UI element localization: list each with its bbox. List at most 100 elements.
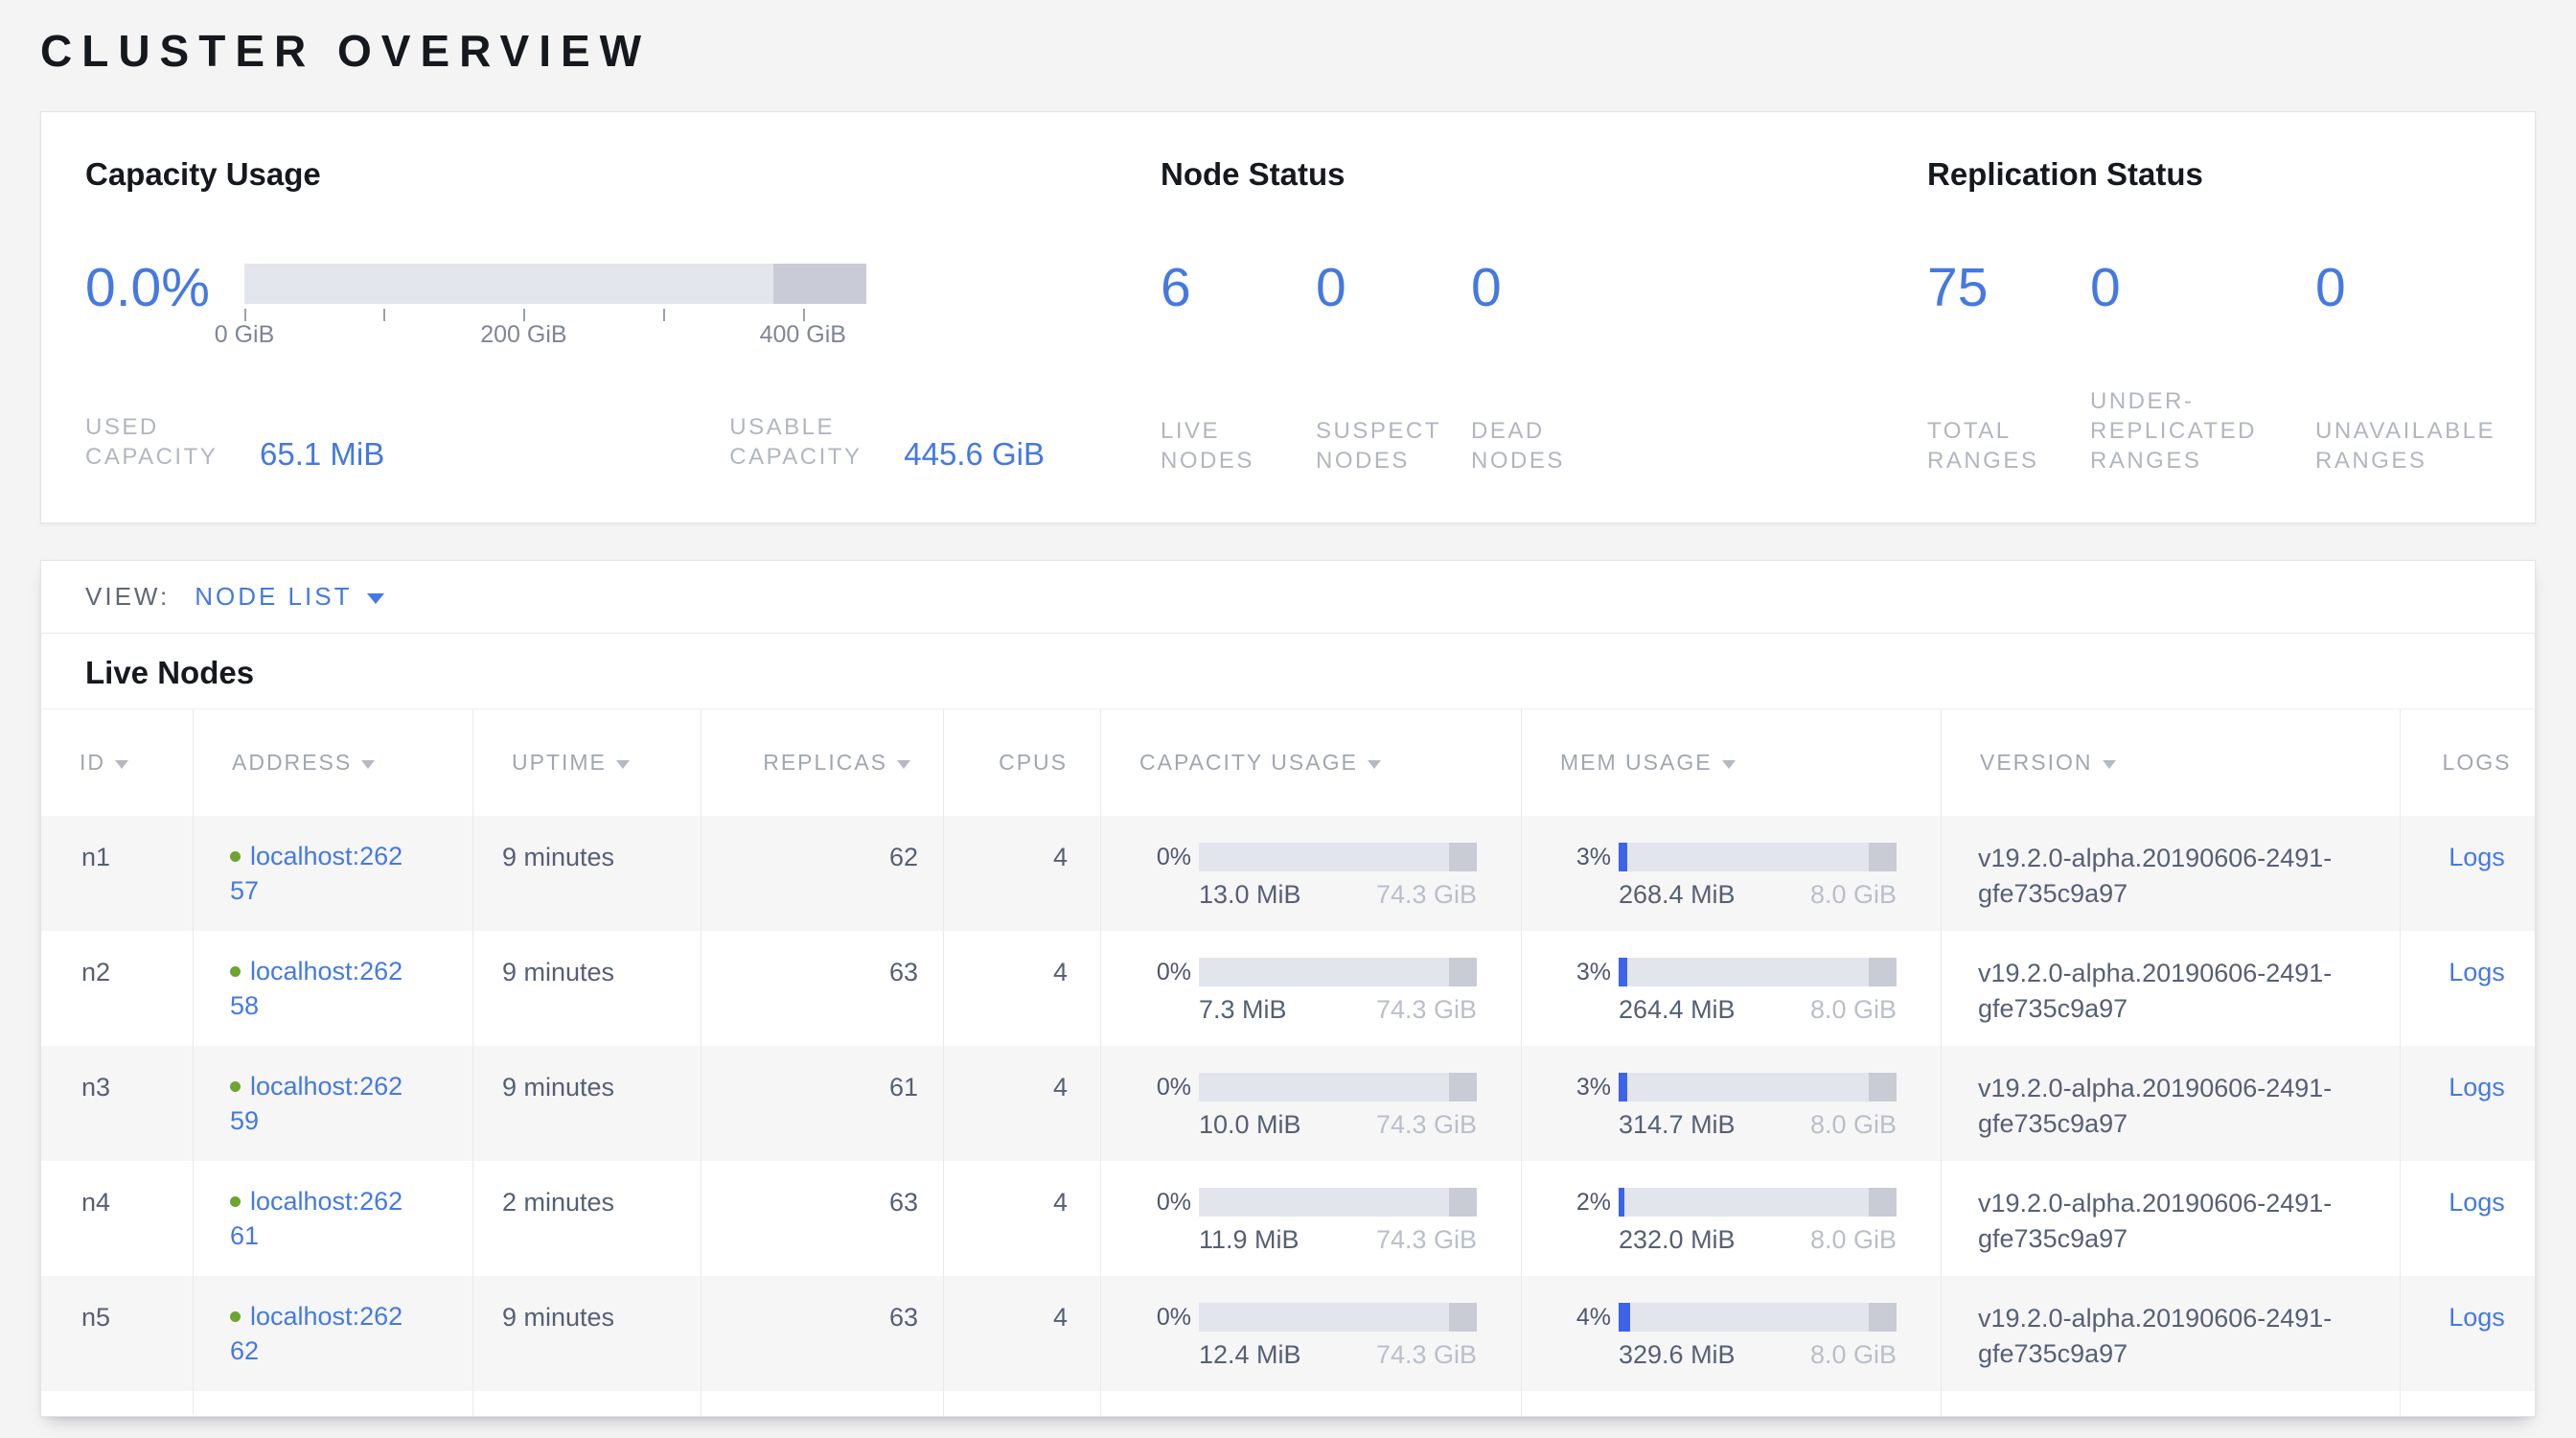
node-address-cell: localhost:26259 [193,1046,472,1161]
mem-max-value: 8.0 GiB [1810,1110,1897,1140]
used-capacity-stat: USED CAPACITY 65.1 MiB [85,412,384,472]
mem-percent: 3% [1565,844,1611,871]
column-header-uptime[interactable]: UPTIME [472,709,701,816]
node-logs-cell: Logs [2400,1276,2536,1391]
page-title: CLUSTER OVERVIEW [40,25,2536,82]
node-mem-usage-cell: 3% 314.7 MiB8.0 GiB [1521,1046,1941,1161]
node-replicas-cell: 61 [701,1046,943,1161]
node-replicas-cell: 63 [701,1161,943,1276]
node-id-cell: n1 [41,816,193,931]
axis-label-0gib: 0 GiB [215,321,275,349]
mem-max-value: 8.0 GiB [1810,1340,1897,1370]
mem-bar [1619,843,1897,871]
node-cpus-cell: 4 [943,816,1100,931]
node-mem-usage-cell: 4% 329.6 MiB8.0 GiB [1521,1276,1941,1391]
column-header-address[interactable]: ADDRESS [193,709,472,816]
sort-arrow-icon [616,760,630,769]
column-header-replicas[interactable]: REPLICAS [701,709,943,816]
axis-label-400gib: 400 GiB [760,321,846,349]
dead-nodes-count: 0 [1471,258,1626,317]
used-capacity-label: USED CAPACITY [85,412,250,472]
live-nodes-count: 6 [1161,258,1316,317]
capacity-max-value: 74.3 GiB [1376,1225,1477,1255]
node-address-link[interactable]: localhost:26258 [230,954,472,1023]
column-header-capacity-usage[interactable]: CAPACITY USAGE [1100,709,1521,816]
capacity-used-value: 13.0 MiB [1199,880,1301,910]
capacity-meter-ticks [244,304,866,321]
capacity-used-value: 10.0 MiB [1199,1110,1301,1140]
logs-link[interactable]: Logs [2449,843,2505,871]
sort-arrow-icon [115,760,128,769]
node-live-dot-icon [230,851,241,862]
dead-nodes-label: DEAD NODES [1471,416,1626,475]
node-replicas-cell: 63 [701,931,943,1046]
node-id-cell: n3 [41,1046,193,1161]
view-selected-value: NODE LIST [195,582,352,612]
capacity-used-value: 11.9 MiB [1199,1225,1300,1255]
node-logs-cell: Logs [2400,1161,2536,1276]
mem-used-value: 314.7 MiB [1619,1110,1736,1140]
node-address-link[interactable]: localhost:26262 [230,1299,472,1368]
node-version-cell: v19.2.0-alpha.20190606-2491-gfe735c9a97 [1941,1276,2400,1391]
node-logs-cell: Logs [2400,931,2536,1046]
node-version-cell: v19.2.0-alpha.20190606-2491-gfe735c9a97 [1941,931,2400,1046]
node-capacity-usage-cell: 0% 13.0 MiB74.3 GiB [1100,816,1521,931]
node-capacity-usage-cell: 0% 7.3 MiB 74.3 GiB [1100,931,1521,1046]
cluster-overview-page: CLUSTER OVERVIEW Capacity Usage 0.0% [0,0,2576,1417]
mem-percent: 2% [1565,1189,1611,1217]
node-address-link[interactable]: localhost:26259 [230,1069,472,1138]
column-header-mem-usage[interactable]: MEM USAGE [1521,709,1941,816]
node-id-cell: n2 [41,931,193,1046]
capacity-bar [1199,1073,1477,1102]
node-capacity-usage-cell: 0% 12.4 MiB74.3 GiB [1100,1276,1521,1391]
live-nodes-header: Live Nodes [41,634,2535,708]
capacity-bar [1199,958,1477,986]
logs-link[interactable]: Logs [2449,1303,2505,1332]
node-address-link[interactable]: localhost:26261 [230,1184,472,1253]
total-ranges-count: 75 [1927,258,2090,317]
capacity-used-value: 7.3 MiB [1199,995,1287,1025]
column-header-version[interactable]: VERSION [1941,709,2400,816]
mem-max-value: 8.0 GiB [1810,995,1897,1025]
logs-link[interactable]: Logs [2449,1188,2505,1217]
capacity-bar [1199,1188,1477,1217]
capacity-percent: 0% [1145,1189,1191,1217]
table-row: n3 localhost:26259 9 minutes 61 4 0% 10.… [41,1046,2535,1161]
table-row: n1 localhost:26257 9 minutes 62 4 0% 13.… [41,816,2535,931]
live-nodes-title: Live Nodes [85,655,2491,691]
mem-used-value: 329.6 MiB [1619,1340,1736,1370]
capacity-meter-reserved-segment [773,264,866,304]
node-uptime-cell: 2 minutes [472,1161,701,1276]
capacity-percent: 0% [1145,959,1191,986]
nodes-panel: VIEW: NODE LIST Live Nodes ID ADDRESS UP… [40,560,2536,1417]
node-replicas-cell: 63 [701,1276,943,1391]
capacity-percent: 0% [1145,844,1191,871]
node-logs-cell: Logs [2400,816,2536,931]
chevron-down-icon [367,593,384,604]
mem-bar [1619,958,1897,986]
view-selector-dropdown[interactable]: NODE LIST [195,582,384,612]
table-body: n1 localhost:26257 9 minutes 62 4 0% 13.… [41,816,2535,1413]
node-logs-cell: Logs [2400,1046,2536,1161]
node-id-cell: n4 [41,1161,193,1276]
node-mem-usage-cell: 3% 268.4 MiB8.0 GiB [1521,816,1941,931]
node-cpus-cell: 4 [943,1161,1100,1276]
node-uptime-cell: 9 minutes [472,816,701,931]
mem-percent: 3% [1565,959,1611,986]
node-status-section: Node Status 6 0 0 LIVE NODES SUSPECT NOD… [1132,112,1908,522]
capacity-max-value: 74.3 GiB [1376,995,1477,1025]
node-live-dot-icon [230,1196,241,1207]
logs-link[interactable]: Logs [2449,958,2505,986]
node-address-link[interactable]: localhost:26257 [230,839,472,908]
capacity-usage-section: Capacity Usage 0.0% [41,112,1132,522]
mem-bar [1619,1303,1897,1332]
capacity-max-value: 74.3 GiB [1376,1110,1477,1140]
used-capacity-value: 65.1 MiB [260,436,384,473]
suspect-nodes-label: SUSPECT NODES [1316,416,1471,475]
node-mem-usage-cell: 2% 232.0 MiB8.0 GiB [1521,1161,1941,1276]
logs-link[interactable]: Logs [2449,1073,2505,1102]
column-header-id[interactable]: ID [41,709,193,816]
node-uptime-cell: 9 minutes [472,1046,701,1161]
node-uptime-cell: 9 minutes [472,1276,701,1391]
table-row: n2 localhost:26258 9 minutes 63 4 0% 7.3… [41,931,2535,1046]
